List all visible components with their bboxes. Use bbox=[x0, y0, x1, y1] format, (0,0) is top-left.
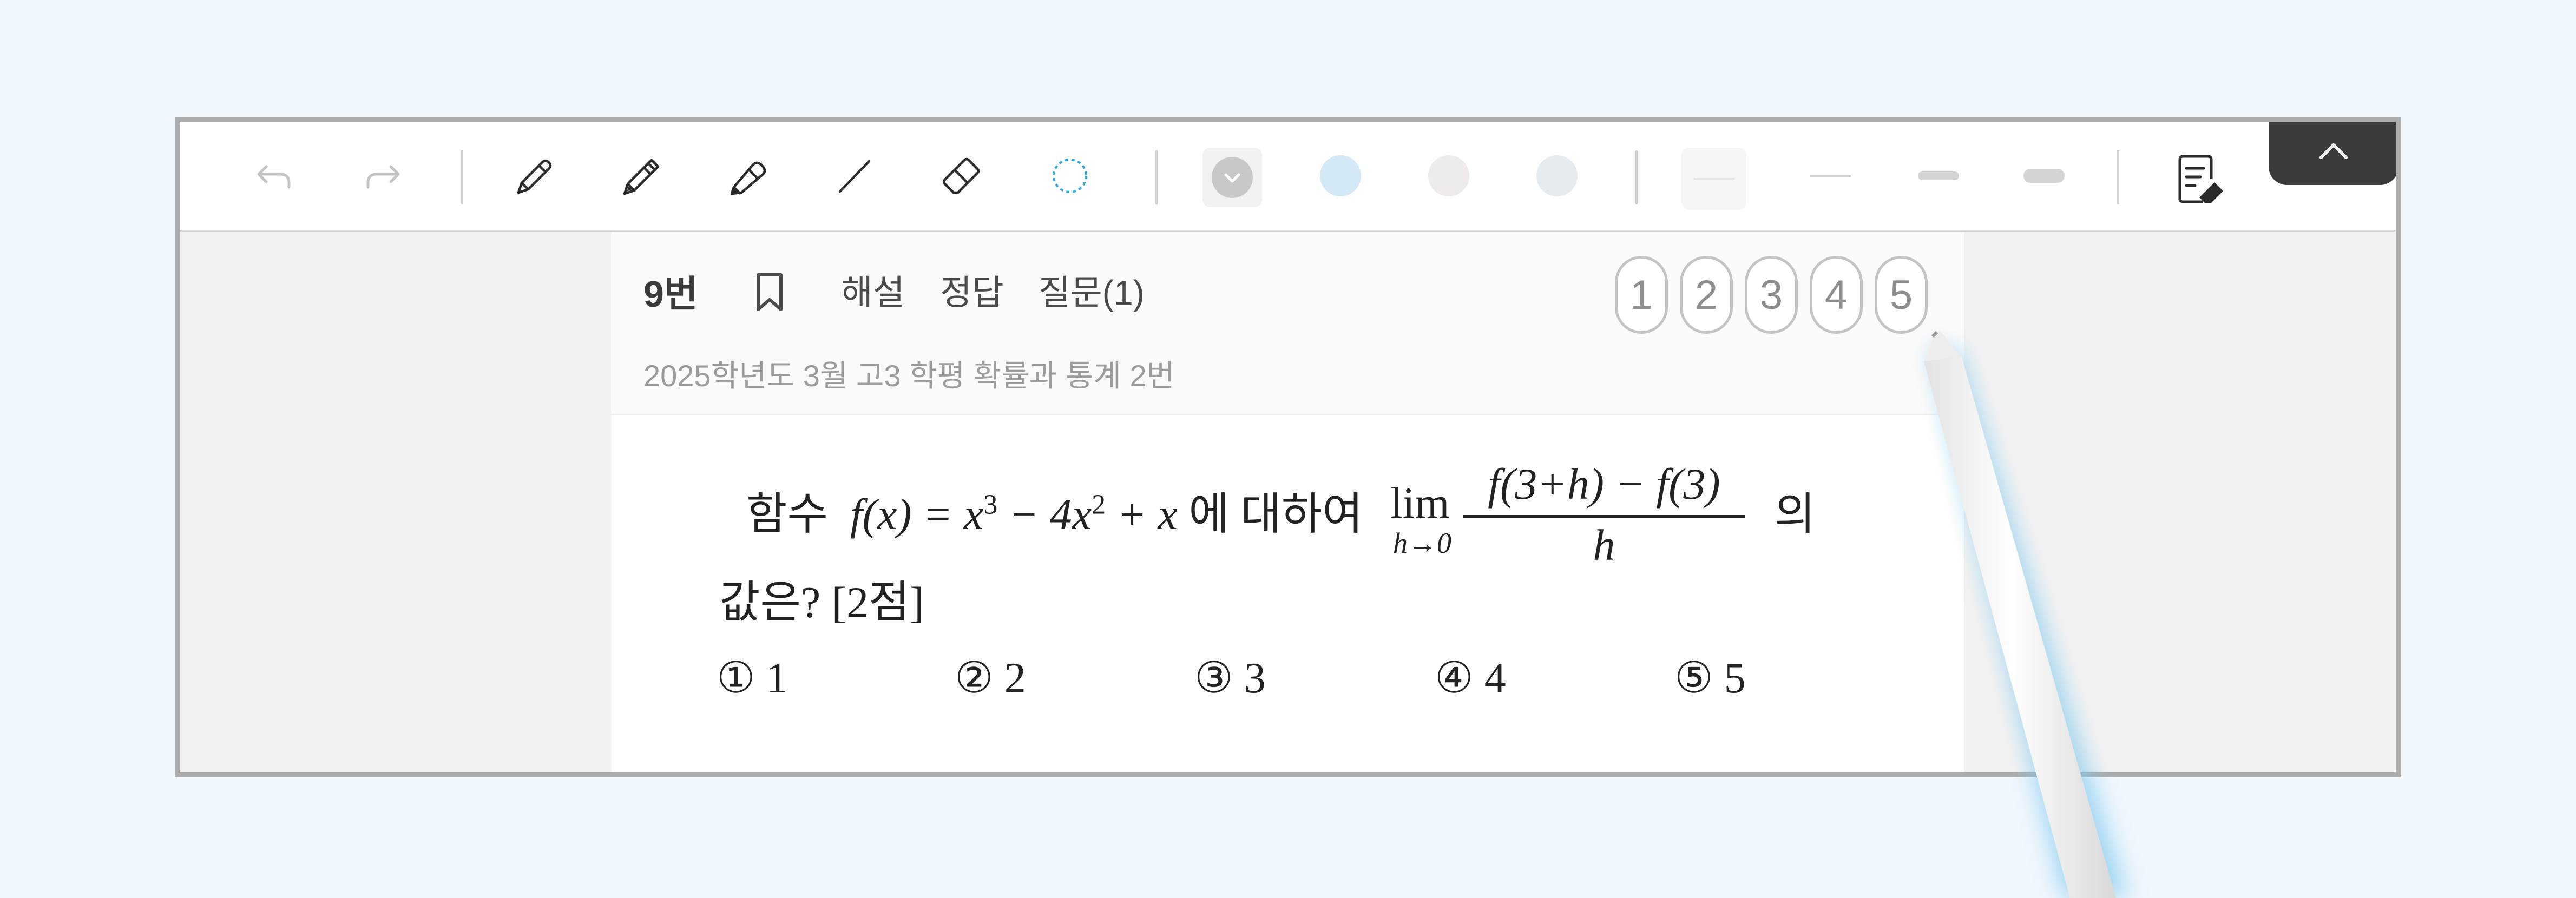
option-2: ② 2 bbox=[955, 655, 1026, 702]
stroke-width-thick[interactable] bbox=[2012, 151, 2076, 200]
option-4: ④ 4 bbox=[1435, 655, 1506, 702]
chevron-up-icon bbox=[2319, 143, 2348, 159]
problem-body: 함수 f(x) = x3 − 4x2 + x 에 대하여 lim h→0 f(3… bbox=[611, 415, 1964, 772]
problem-intro: 함수 bbox=[746, 490, 828, 539]
fraction-bar bbox=[1463, 515, 1745, 518]
clear-page-icon[interactable] bbox=[2171, 149, 2231, 208]
fraction-denominator: h bbox=[1593, 520, 1615, 570]
answer-choice-3[interactable]: 3 bbox=[1745, 256, 1798, 334]
app-window: 9번 해설 정답 질문(1) 1 2 3 4 5 2025학년도 3월 고3 학… bbox=[175, 117, 2401, 777]
eraser-icon[interactable] bbox=[937, 151, 986, 200]
limit-fraction: f(3+h) − f(3) h bbox=[1463, 459, 1745, 571]
redo-icon[interactable] bbox=[358, 151, 407, 200]
toolbar-divider bbox=[1635, 150, 1638, 204]
toolbar-divider bbox=[461, 150, 463, 204]
tab-answer[interactable]: 정답 bbox=[940, 265, 1004, 315]
fountain-pen-icon[interactable] bbox=[616, 151, 665, 200]
option-3: ③ 3 bbox=[1194, 655, 1266, 702]
color-swatch-light-pink[interactable] bbox=[1424, 151, 1473, 200]
problem-statement-line1: 함수 f(x) = x3 − 4x2 + x 에 대하여 bbox=[746, 478, 1363, 542]
exponent-3: 3 bbox=[983, 489, 998, 520]
lasso-icon[interactable] bbox=[1046, 151, 1094, 200]
limit-subscript: h→0 bbox=[1393, 527, 1451, 559]
function-lhs: f(x) = x bbox=[850, 490, 984, 539]
problem-about: 에 대하여 bbox=[1188, 490, 1363, 539]
toolbar-divider bbox=[1155, 150, 1158, 204]
answer-choice-4[interactable]: 4 bbox=[1810, 256, 1863, 334]
answer-choice-5[interactable]: 5 bbox=[1875, 256, 1928, 334]
problem-statement-line2: 값은? [2점] bbox=[719, 578, 924, 627]
answer-choice-2[interactable]: 2 bbox=[1680, 256, 1733, 334]
undo-icon[interactable] bbox=[250, 151, 299, 200]
question-panel: 9번 해설 정답 질문(1) 1 2 3 4 5 2025학년도 3월 고3 학… bbox=[611, 232, 1964, 772]
stroke-width-medium[interactable] bbox=[1906, 151, 1971, 200]
answer-options: ① 1 ② 2 ③ 3 ④ 4 ⑤ 5 bbox=[717, 652, 1934, 712]
answer-choice-1[interactable]: 1 bbox=[1615, 256, 1668, 334]
fraction-numerator: f(3+h) − f(3) bbox=[1488, 459, 1720, 509]
collapse-toolbar-button[interactable] bbox=[2269, 122, 2396, 185]
tab-explanation[interactable]: 해설 bbox=[841, 265, 905, 315]
question-source: 2025학년도 3월 고3 학평 확률과 통계 2번 bbox=[643, 359, 1175, 393]
limit-operator: lim bbox=[1390, 478, 1450, 527]
problem-suffix: 의 bbox=[1775, 490, 1816, 539]
toolbar-divider bbox=[2117, 150, 2119, 204]
highlighter-icon[interactable] bbox=[723, 151, 772, 200]
line-icon[interactable] bbox=[830, 151, 879, 200]
bookmark-icon[interactable] bbox=[751, 270, 788, 314]
color-swatch-light-gray[interactable] bbox=[1533, 151, 1581, 200]
question-header: 9번 해설 정답 질문(1) 1 2 3 4 5 2025학년도 3월 고3 학… bbox=[611, 232, 1964, 415]
exponent-2: 2 bbox=[1092, 489, 1106, 520]
function-term-3: + x bbox=[1106, 490, 1178, 539]
drawing-toolbar bbox=[180, 122, 2396, 232]
option-1: ① 1 bbox=[717, 655, 788, 702]
tab-questions[interactable]: 질문(1) bbox=[1039, 265, 1145, 315]
pen-icon[interactable] bbox=[509, 151, 557, 200]
option-5: ⑤ 5 bbox=[1674, 655, 1746, 702]
stroke-width-thinnest[interactable] bbox=[1681, 148, 1746, 210]
question-number: 9번 bbox=[643, 274, 698, 315]
color-swatch-light-blue[interactable] bbox=[1316, 151, 1365, 200]
color-swatch-gray-selected[interactable] bbox=[1202, 148, 1262, 207]
function-term-2: − 4x bbox=[997, 490, 1092, 539]
stroke-width-thin[interactable] bbox=[1798, 151, 1863, 200]
